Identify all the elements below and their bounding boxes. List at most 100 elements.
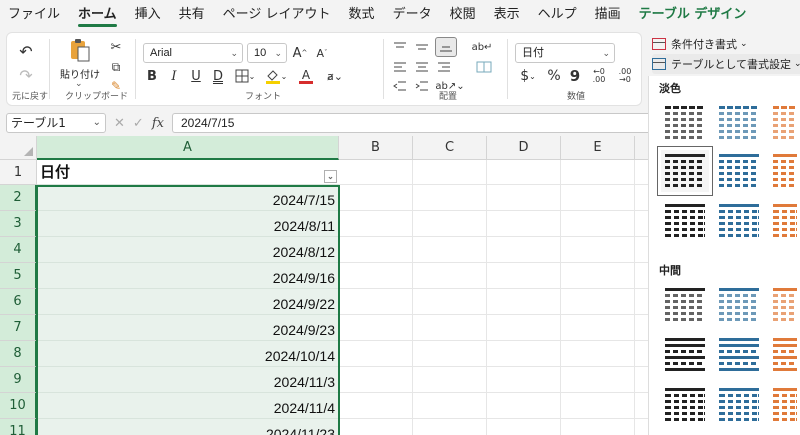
tab-file[interactable]: ファイル xyxy=(8,0,60,30)
align-bottom-icon[interactable] xyxy=(435,37,457,57)
table-cell[interactable]: 2024/9/16 xyxy=(37,263,339,289)
table-style-thumbnail[interactable] xyxy=(715,284,763,326)
column-header-a[interactable]: A xyxy=(37,136,339,160)
comma-button[interactable]: 9 xyxy=(567,67,583,85)
table-style-thumbnail[interactable] xyxy=(769,150,800,192)
tab-home[interactable]: ホーム xyxy=(78,0,117,30)
filter-dropdown-icon[interactable]: ⌄ xyxy=(324,170,337,183)
enter-icon[interactable]: ✓ xyxy=(133,116,144,131)
percent-button[interactable]: % xyxy=(545,67,563,85)
column-header-c[interactable]: C xyxy=(413,136,487,160)
tab-formulas[interactable]: 数式 xyxy=(349,0,375,30)
table-style-thumbnail[interactable] xyxy=(769,284,800,326)
table-style-thumbnail[interactable] xyxy=(661,102,709,144)
fill-color-icon[interactable]: ⌄ xyxy=(263,67,289,85)
row-header[interactable]: 11 xyxy=(0,419,37,435)
table-style-thumbnail[interactable] xyxy=(769,334,800,376)
format-as-table-button[interactable]: テーブルとして書式設定 ⌄ xyxy=(652,54,800,74)
table-style-thumbnail[interactable] xyxy=(715,200,763,242)
table-cell[interactable]: 2024/9/22 xyxy=(37,289,339,315)
font-size-select[interactable]: 10 ⌄ xyxy=(247,43,287,63)
double-underline-button[interactable]: D xyxy=(209,67,227,85)
underline-button[interactable]: U xyxy=(187,67,205,85)
column-header-f[interactable] xyxy=(635,136,648,160)
table-style-thumbnail[interactable] xyxy=(715,102,763,144)
tab-table-design[interactable]: テーブル デザイン xyxy=(639,0,747,30)
row-header[interactable]: 7 xyxy=(0,315,37,341)
cut-icon[interactable]: ✂ xyxy=(107,39,125,55)
table-cell[interactable]: 2024/7/15 xyxy=(37,185,339,211)
decrease-font-icon[interactable]: Aˇ xyxy=(313,43,331,63)
table-style-thumbnail[interactable] xyxy=(661,284,709,326)
number-format-select[interactable]: 日付 ⌄ xyxy=(515,43,615,63)
tab-insert[interactable]: 挿入 xyxy=(135,0,161,30)
table-cell[interactable]: 2024/8/12 xyxy=(37,237,339,263)
row-header[interactable]: 6 xyxy=(0,289,37,315)
align-right-icon[interactable] xyxy=(435,59,453,75)
table-cell[interactable]: 2024/11/23 xyxy=(37,419,339,435)
increase-decimal-icon[interactable]: ←0.00 xyxy=(587,67,611,85)
table-style-thumbnail[interactable] xyxy=(661,334,709,376)
undo-icon[interactable]: ↶ xyxy=(15,41,37,61)
select-all-corner[interactable] xyxy=(0,136,37,160)
increase-font-icon[interactable]: A ^ xyxy=(291,43,309,63)
bold-button[interactable]: B xyxy=(143,67,161,85)
align-left-icon[interactable] xyxy=(391,59,409,75)
table-style-thumbnail[interactable] xyxy=(661,384,709,426)
formula-input[interactable]: 2024/7/15 xyxy=(172,113,648,133)
align-middle-icon[interactable] xyxy=(413,39,431,55)
copy-icon[interactable]: ⧉ xyxy=(107,59,125,75)
table-style-thumbnail[interactable] xyxy=(715,384,763,426)
row-header[interactable]: 1 xyxy=(0,160,37,185)
italic-button[interactable]: I xyxy=(165,67,183,85)
column-header-e[interactable]: E xyxy=(561,136,635,160)
row-header[interactable]: 4 xyxy=(0,237,37,263)
row-header[interactable]: 3 xyxy=(0,211,37,237)
row-header[interactable]: 10 xyxy=(0,393,37,419)
table-cell[interactable]: 2024/8/11 xyxy=(37,211,339,237)
wrap-text-icon[interactable]: ab↵ xyxy=(472,39,493,55)
tab-share[interactable]: 共有 xyxy=(179,0,205,30)
table-style-thumbnail[interactable] xyxy=(661,200,709,242)
tab-review[interactable]: 校閲 xyxy=(450,0,476,30)
function-icon[interactable]: fx xyxy=(152,116,164,131)
table-style-thumbnail[interactable] xyxy=(769,384,800,426)
row-header[interactable]: 9 xyxy=(0,367,37,393)
row-header[interactable]: 5 xyxy=(0,263,37,289)
tab-data[interactable]: データ xyxy=(393,0,432,30)
table-style-thumbnail[interactable] xyxy=(715,334,763,376)
tab-view[interactable]: 表示 xyxy=(494,0,520,30)
borders-icon[interactable]: ⌄ xyxy=(233,67,257,85)
paste-icon[interactable] xyxy=(65,37,95,63)
merge-cells-icon[interactable] xyxy=(473,59,495,75)
row-header[interactable]: 8 xyxy=(0,341,37,367)
table-style-thumbnail[interactable] xyxy=(657,146,713,196)
row-header[interactable]: 2 xyxy=(0,185,37,211)
tab-page-layout[interactable]: ページ レイアウト xyxy=(223,0,331,30)
more-font-options-icon[interactable]: ⱥ⌄ xyxy=(323,67,347,85)
conditional-format-button[interactable]: 条件付き書式 ⌄ xyxy=(652,34,748,54)
table-style-thumbnail[interactable] xyxy=(715,150,763,192)
tab-help[interactable]: ヘルプ xyxy=(538,0,577,30)
align-center-icon[interactable] xyxy=(413,59,431,75)
column-header-b[interactable]: B xyxy=(339,136,413,160)
align-top-icon[interactable] xyxy=(391,39,409,55)
table-style-thumbnail[interactable] xyxy=(769,102,800,144)
table-cell[interactable]: 2024/10/14 xyxy=(37,341,339,367)
table-cell[interactable]: 2024/11/4 xyxy=(37,393,339,419)
chevron-down-icon[interactable]: ⌄ xyxy=(75,79,83,89)
redo-icon[interactable]: ↷ xyxy=(15,65,37,85)
table-cell[interactable]: 2024/9/23 xyxy=(37,315,339,341)
increase-indent-icon[interactable] xyxy=(413,79,431,93)
tab-draw[interactable]: 描画 xyxy=(595,0,621,30)
table-style-thumbnail[interactable] xyxy=(769,200,800,242)
currency-button[interactable]: $ ⌄ xyxy=(515,67,541,85)
decrease-decimal-icon[interactable]: .00 →0 xyxy=(613,67,637,85)
font-name-select[interactable]: Arial ⌄ xyxy=(143,43,243,63)
cancel-icon[interactable]: ✕ xyxy=(114,116,125,131)
font-color-icon[interactable]: A xyxy=(293,67,319,85)
name-box[interactable]: テーブル1 ⌄ xyxy=(6,113,106,133)
decrease-indent-icon[interactable] xyxy=(391,79,409,93)
column-header-d[interactable]: D xyxy=(487,136,561,160)
table-header-cell[interactable]: 日付 ⌄ xyxy=(37,160,339,185)
